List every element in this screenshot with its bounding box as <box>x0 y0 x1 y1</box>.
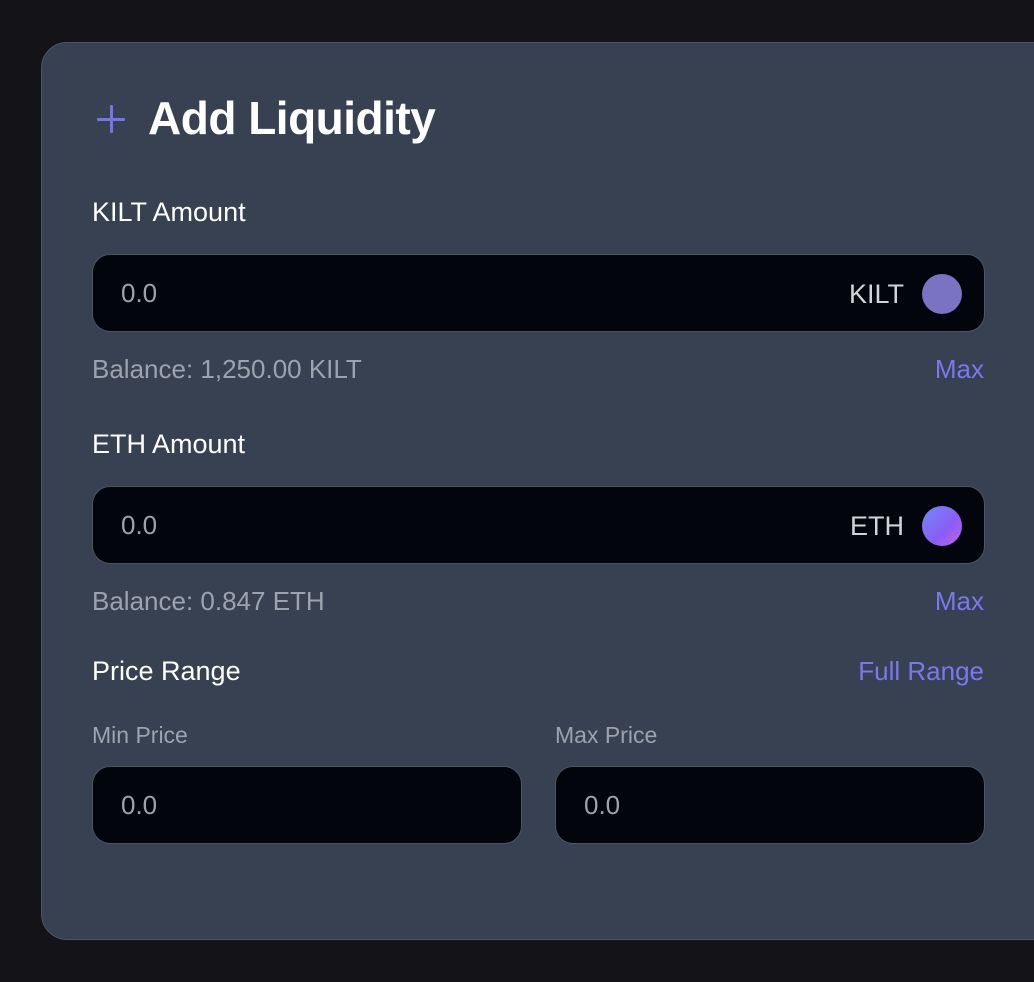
kilt-amount-field[interactable]: KILT <box>92 254 985 332</box>
page-title: Add Liquidity <box>148 92 436 144</box>
kilt-balance: Balance: 1,250.00 KILT <box>92 354 362 384</box>
eth-amount-input[interactable] <box>119 509 523 542</box>
min-price-input[interactable] <box>119 789 423 822</box>
eth-token-badge: ETH <box>850 506 962 546</box>
max-price-field[interactable] <box>555 766 985 844</box>
min-price-field[interactable] <box>92 766 522 844</box>
kilt-token-symbol: KILT <box>848 278 904 309</box>
eth-amount-label: ETH Amount <box>92 429 246 459</box>
kilt-amount-input[interactable] <box>119 277 523 310</box>
kilt-token-badge: KILT <box>849 274 962 314</box>
add-liquidity-panel: Add Liquidity KILT Amount KILT Balance: … <box>41 42 1034 940</box>
panel-header: Add Liquidity <box>96 91 436 145</box>
max-price-label: Max Price <box>555 722 658 748</box>
price-range-label: Price Range <box>92 656 241 686</box>
eth-amount-field[interactable]: ETH <box>92 486 985 564</box>
eth-token-icon <box>922 506 962 546</box>
eth-balance: Balance: 0.847 ETH <box>92 586 325 616</box>
eth-token-symbol: ETH <box>850 510 904 541</box>
min-price-label: Min Price <box>92 722 188 748</box>
plus-icon <box>96 104 126 134</box>
eth-max-button[interactable]: Max <box>935 586 984 617</box>
kilt-amount-label: KILT Amount <box>92 197 246 227</box>
kilt-max-button[interactable]: Max <box>935 354 984 385</box>
full-range-button[interactable]: Full Range <box>858 656 984 687</box>
max-price-input[interactable] <box>582 789 886 822</box>
kilt-token-icon <box>922 274 962 314</box>
